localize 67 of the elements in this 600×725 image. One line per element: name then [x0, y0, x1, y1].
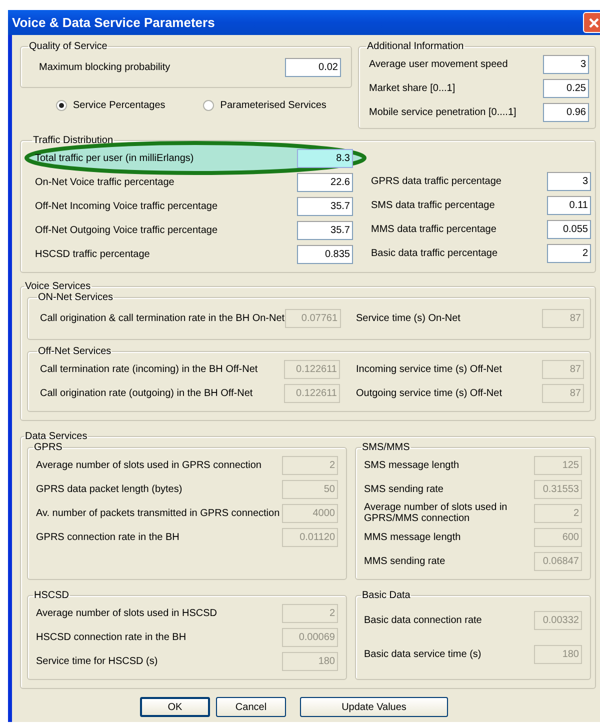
field-label: Call origination rate (outgoing) in the BH Off-Net [40, 388, 254, 398]
group-title: HSCSD [33, 590, 70, 601]
group-title: GPRS [33, 442, 64, 453]
field-label: MMS data traffic percentage [371, 224, 498, 234]
group-title: ON-Net Services [37, 292, 114, 303]
dialog-button[interactable]: Cancel [216, 697, 286, 717]
field-label: Total traffic per user (in milliErlangs) [35, 152, 195, 164]
field-label: Basic data service time (s) [364, 648, 482, 660]
group-title: Data Services [24, 431, 88, 442]
field-label: Average user movement speed [369, 58, 509, 70]
dialog-button[interactable]: Update Values [300, 697, 448, 717]
radio-button[interactable] [203, 100, 214, 111]
number-field[interactable]: 3 [543, 54, 589, 74]
number-field[interactable]: 0.11 [547, 196, 591, 214]
number-field[interactable]: 35.7 [297, 196, 353, 216]
field-label: Off-Net Outgoing Voice traffic percentage [35, 224, 219, 236]
field-label: Call origination & call termination rate in the BH On-Net [40, 312, 285, 324]
field-label: Average number of slots used in GPRS/MMS connection [364, 502, 508, 524]
field-label: On-Net Voice traffic percentage [35, 176, 176, 188]
radio-button[interactable] [56, 100, 67, 111]
field-label: HSCSD connection rate in the BH [36, 632, 188, 642]
group-title: Quality of Service [28, 41, 108, 52]
group-title: Additional Information [366, 41, 465, 52]
number-field[interactable]: 22.6 [297, 172, 353, 192]
field-label: Mobile service penetration [0....1] [369, 106, 518, 118]
field-label: Incoming service time (s) Off-Net [356, 364, 503, 374]
number-field[interactable]: 8.3 [297, 148, 353, 168]
field-label: Service time (s) On-Net [356, 312, 462, 324]
field-label: GPRS connection rate in the BH [36, 532, 180, 542]
field-label: Average number of slots used in GPRS connection [36, 460, 262, 470]
field-label: Basic data traffic percentage [371, 248, 499, 258]
field-label: HSCSD traffic percentage [35, 248, 151, 260]
field-label: SMS data traffic percentage [371, 200, 496, 210]
number-field[interactable]: 35.7 [297, 220, 353, 240]
field-label: Call termination rate (incoming) in the BH Off-Net [40, 364, 259, 374]
field-label: Off-Net Incoming Voice traffic percentage [35, 200, 219, 212]
number-field[interactable]: 2 [547, 244, 591, 262]
number-field[interactable]: 3 [547, 172, 591, 190]
close-icon [588, 16, 600, 28]
field-label: SMS message length [364, 460, 460, 470]
number-field[interactable]: 0.02 [285, 58, 341, 77]
radio-option[interactable]: Parameterised Services [203, 100, 326, 111]
field-label: Basic data connection rate [364, 614, 483, 626]
field-label: Service time for HSCSD (s) [36, 656, 159, 666]
field-label: Outgoing service time (s) Off-Net [356, 388, 503, 398]
group-title: Off-Net Services [37, 346, 112, 357]
field-label: Av. number of packets transmitted in GPRS connection [36, 508, 281, 518]
group-title: Basic Data [361, 590, 412, 601]
number-field[interactable]: 0.055 [547, 220, 591, 238]
window-title: Voice & Data Service Parameters [12, 15, 215, 30]
field-label: GPRS data packet length (bytes) [36, 484, 184, 494]
number-field[interactable]: 0.96 [543, 102, 589, 122]
field-label: MMS message length [364, 532, 462, 542]
field-label: SMS sending rate [364, 484, 444, 494]
number-field[interactable]: 0.25 [543, 78, 589, 98]
group-title: Voice Services [24, 281, 92, 292]
close-button[interactable] [583, 12, 600, 33]
field-label: Average number of slots used in HSCSD [36, 608, 218, 618]
field-label: Maximum blocking probability [39, 62, 172, 73]
group-title: SMS/MMS [361, 442, 411, 453]
group-title: Traffic Distribution [32, 135, 114, 146]
field-label: MMS sending rate [364, 556, 446, 566]
number-field[interactable]: 0.835 [297, 244, 353, 264]
field-label: GPRS data traffic percentage [371, 176, 502, 186]
radio-option[interactable]: Service Percentages [56, 100, 166, 111]
dialog-button[interactable]: OK [140, 697, 210, 717]
field-label: Market share [0...1] [369, 82, 456, 94]
